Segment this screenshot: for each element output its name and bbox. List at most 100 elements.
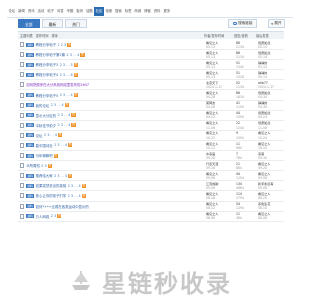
reply-cell: 22 1244 [236,121,244,129]
page-links[interactable]: 2 3 [51,214,56,218]
page-links[interactable]: 2 3 . . 4 [51,103,64,107]
document-icon [20,142,25,148]
view-count: 1026 [236,75,244,80]
page-links[interactable]: 1 2 3 [58,43,67,47]
author-name[interactable]: 看见之人 [206,121,218,125]
page-links[interactable]: 2 3 . . 6 [60,73,73,77]
nav-item[interactable]: 社区 [94,7,104,16]
category-tag[interactable]: 资料 [26,72,35,77]
thread-title-link[interactable]: 放心让你的孩子们学 [36,193,67,198]
thread-title-link[interactable]: 教程分享帖子5 [36,93,59,98]
nav-item[interactable]: 资讯 [26,7,36,16]
ship-icon [72,271,90,290]
thread-row: 资料 教程分享帖子3 2 3 . . 5 热 看见之人 05-13 51 1342 静静的 05-… [18,60,284,71]
nav-item[interactable]: 问答 [55,7,65,16]
post-date: 09-28 [206,155,215,160]
category-tag[interactable]: 资料 [26,113,35,118]
tab[interactable]: 全部 [18,19,40,28]
tab[interactable]: 最新 [41,19,64,28]
nav-item[interactable]: 更多 [162,7,172,16]
hot-badge: 热 [80,52,85,57]
page-links[interactable]: 2 3 . . 4 [68,194,81,198]
author-cell: 看见之人 10-12 [206,142,218,150]
document-icon [20,173,25,179]
thread-title-link[interactable]: 如果突然说出的真相 [36,183,67,188]
thread-title-link[interactable]: 教程分享帖子第2篇 [36,52,65,57]
category-tag[interactable]: 资料 [26,214,35,219]
page-links[interactable]: 2 3 . . 4 [44,133,57,137]
nav-item[interactable]: 帖子 [46,7,56,16]
category-tag[interactable]: 资料 [26,193,35,198]
nav-item[interactable]: 标签 [123,7,133,16]
thread-title-link[interactable]: 马年畅聊吧 [36,153,53,158]
thread-title-link[interactable]: 教程分享帖子 [36,42,56,47]
thread-title-link[interactable]: 众所周知 [26,163,40,168]
last-post-time: 09-08 [258,176,267,181]
reply-cell: 11 364 [236,212,242,220]
category-tag[interactable]: 资料 [26,153,35,158]
thread-title-link[interactable]: 显示大分区的 [36,113,56,118]
thread-title-link[interactable]: 鼎中国诗社 [36,143,53,148]
category-tag[interactable]: 资料 [26,204,35,209]
nav-item[interactable]: 话题 [85,7,95,16]
page-links[interactable]: 2 3 . . 4 [66,53,79,57]
header-time-sort[interactable]: 发布时间 [36,33,49,38]
post-date: 04-28 [206,95,215,100]
thread-row: 资料 论坛 2 3 . . 4 热 看见之人 10-22 9 1094 看见之人 10-24 [18,131,284,141]
thread-title-link[interactable]: 教程分享帖子3 [36,62,59,67]
thread-title-link[interactable]: 中秋佳节前夕 [36,123,56,128]
nav-item[interactable]: 板块 [75,7,85,16]
nav-item[interactable]: 商城 [133,7,143,16]
page-links[interactable]: 2 3 . . 4 [54,174,67,178]
page-links[interactable]: 2 3 . . 4 [54,143,67,147]
nav-item[interactable]: 相册 [104,7,114,16]
category-tag[interactable]: 资料 [26,133,35,138]
nav-item[interactable]: 论坛 [7,7,17,16]
thread-title-link[interactable]: 如何*+*+比赛在各类运动中显示的 [36,204,89,209]
reply-cell: 21 884 [236,162,242,170]
search-link-button[interactable]: 搜索链接 [228,19,258,28]
thread-row: 资料 如何*+*+比赛在各类运动中显示的 看见之人 08-12 54 1294 墨色生花 08… [18,202,284,212]
thread-row: 资料 万人网络 2 3 热 看见之人 08-06 11 364 看见之人 08-08 [18,212,284,222]
thread-title-link[interactable]: 我的论坛 [36,103,50,108]
post-date: 10-22 [206,135,215,140]
thread-row: 资料 鼎中国诗社 2 3 . . 4 热 看见之人 10-12 11 984 看见之人 10-14 [18,141,284,152]
page-links[interactable]: 2 3 . . 4 [68,184,81,188]
nav-item[interactable]: 搜索 [114,7,124,16]
category-tag[interactable]: 资料 [26,143,35,148]
category-tag[interactable]: 资料 [26,42,35,47]
category-tag[interactable]: 资料 [26,103,35,108]
page-links[interactable]: 2 3 . . 4 [58,123,71,127]
nav-item[interactable]: 活动 [36,7,46,16]
chevron-down-icon: ▼ [271,21,274,26]
thread-title-link[interactable]: 推荐给大家 [36,173,53,178]
nav-item[interactable]: 新闻 [17,7,27,16]
category-tag[interactable]: 资料 [26,123,35,128]
page-links[interactable]: 2 3 . . 4 [60,93,73,97]
category-tag[interactable]: 资料 [26,62,35,67]
category-tag[interactable]: 资料 [26,173,35,178]
category-tag[interactable]: 资料 [26,93,35,98]
thread-title-link[interactable]: 如何把原来在大分系统网站里发布的2647 [26,82,89,87]
author-cell: 水墨画 09-28 [206,152,215,160]
view-count: 1094 [236,115,244,120]
last-poster[interactable]: 但愿如此 [258,121,270,125]
expand-toggle-button[interactable]: ▼ 展开 [268,19,285,28]
category-tag[interactable]: 资料 [26,183,35,188]
hot-badge: 热 [81,183,86,188]
thread-row: 如何把原来在大分系统网站里发布的2647 北京天下 2024-1-17 52 1134 a… [18,80,284,91]
nav-item[interactable]: 博客 [143,7,153,16]
category-tag[interactable]: 资料 [26,52,35,57]
page-links[interactable]: 2 3 . . 5 [60,63,73,67]
thread-title-link[interactable]: 万人网络 [36,214,50,219]
header-order-sort[interactable]: 排序 [52,33,58,38]
header-title-sort[interactable]: 主题列表 [20,33,33,38]
nav-item[interactable]: 资料 [152,7,162,16]
thread-title-link[interactable]: 论坛 [36,133,43,138]
page-links[interactable]: 2 3 . . 4 [58,113,71,117]
last-post-cell: 静静的 05-14 [258,61,267,69]
page-links[interactable]: 2 3 [41,164,46,168]
thread-title-link[interactable]: 教程分享帖子4 [36,72,59,77]
tab[interactable]: 热门 [65,19,87,28]
nav-item[interactable]: 专题 [65,7,75,16]
